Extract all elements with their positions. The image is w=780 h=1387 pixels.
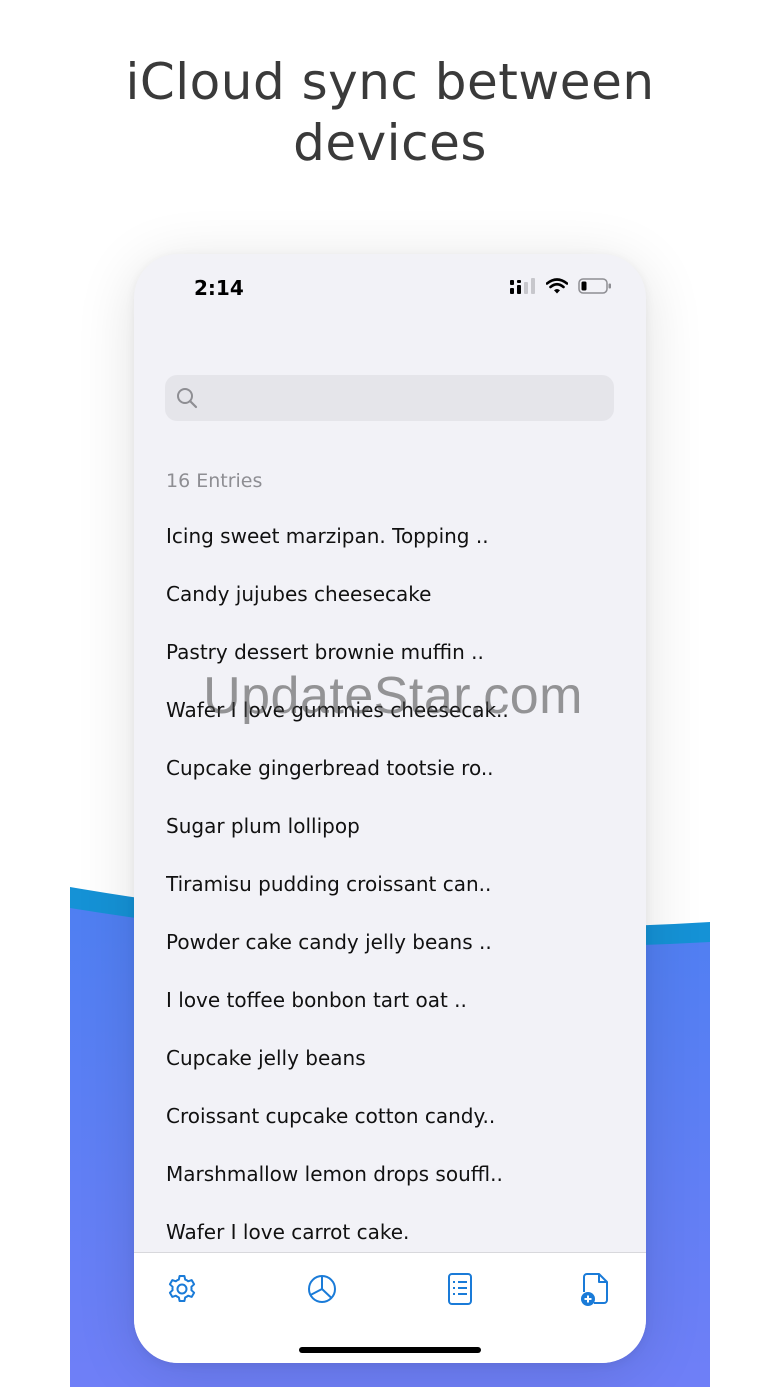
status-icons [510, 278, 612, 294]
entry-list: Icing sweet marzipan. Topping .. Candy j… [166, 516, 626, 1270]
battery-icon [578, 278, 611, 294]
gear-icon [168, 1275, 196, 1302]
tab-bar [134, 1252, 646, 1363]
headline: iCloud sync between devices [0, 52, 780, 174]
search-icon [177, 388, 198, 409]
list-item[interactable]: Candy jujubes cheesecake [166, 574, 626, 632]
list-item[interactable]: Powder cake candy jelly beans .. [166, 922, 626, 980]
entries-count: 16 Entries [166, 470, 263, 492]
wifi-icon [546, 278, 568, 294]
headline-line-1: iCloud sync between [125, 53, 655, 111]
list-item[interactable]: I love toffee bonbon tart oat .. [166, 980, 626, 1038]
tab-new-entry[interactable] [578, 1271, 612, 1307]
tab-settings[interactable] [165, 1271, 199, 1307]
new-document-icon [581, 1273, 608, 1306]
status-time: 2:14 [194, 276, 244, 300]
tab-entries[interactable] [443, 1271, 477, 1307]
search-input[interactable] [209, 375, 603, 423]
search-bar[interactable] [165, 375, 614, 423]
list-item[interactable]: Marshmallow lemon drops souffl.. [166, 1154, 626, 1212]
pie-chart-icon [308, 1275, 336, 1303]
list-item[interactable]: Icing sweet marzipan. Topping .. [166, 516, 626, 574]
list-item[interactable]: Cupcake gingerbread tootsie ro.. [166, 748, 626, 806]
list-item[interactable]: Tiramisu pudding croissant can.. [166, 864, 626, 922]
list-item[interactable]: Croissant cupcake cotton candy.. [166, 1096, 626, 1154]
phone-frame: 2:14 16 Entries Icing sweet marzipan. To… [134, 254, 646, 1363]
signal-icon [510, 278, 535, 294]
home-indicator [299, 1347, 481, 1353]
watermark: UpdateStar.com [203, 667, 583, 725]
headline-line-2: devices [293, 114, 487, 172]
list-document-icon [448, 1273, 472, 1305]
list-item[interactable]: Cupcake jelly beans [166, 1038, 626, 1096]
list-item[interactable]: Sugar plum lollipop [166, 806, 626, 864]
tab-statistics[interactable] [305, 1271, 339, 1307]
